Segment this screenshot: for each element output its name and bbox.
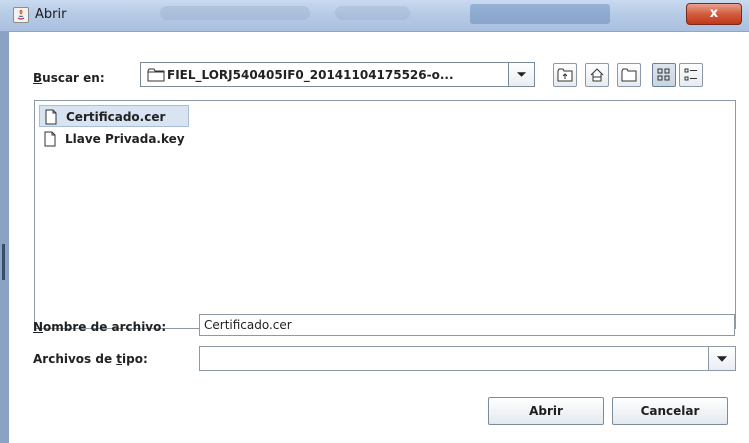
edge-mark [2, 244, 5, 280]
open-file-dialog: Buscar en: FIEL_LORJ540405IF0_2014110417… [9, 32, 749, 443]
look-in-dropdown-button[interactable] [509, 62, 535, 87]
file-name: Llave Privada.key [65, 132, 185, 146]
java-app-icon [13, 7, 29, 23]
background-blur [470, 4, 610, 24]
list-view-icon [657, 68, 670, 81]
folder-icon [147, 68, 165, 82]
close-button[interactable]: x [686, 3, 742, 25]
look-in-combo[interactable]: FIEL_LORJ540405IF0_20141104175526-o... [140, 62, 509, 87]
background-blur [160, 6, 310, 20]
file-type-label: Archivos de tipo: [33, 352, 148, 366]
look-in-path: FIEL_LORJ540405IF0_20141104175526-o... [167, 68, 454, 82]
file-icon [44, 131, 56, 147]
file-type-dropdown-button[interactable] [709, 346, 736, 371]
file-icon [45, 109, 57, 125]
file-name: Certificado.cer [66, 110, 166, 124]
details-view-icon [684, 68, 697, 81]
file-type-combo[interactable] [199, 346, 709, 371]
file-item-certificado[interactable]: Certificado.cer [39, 105, 189, 127]
file-name-label: Nombre de archivo: [33, 320, 167, 334]
list-view-button[interactable] [652, 63, 676, 87]
file-name-input[interactable] [199, 314, 735, 336]
window-title: Abrir [35, 7, 67, 22]
up-one-level-icon [557, 68, 573, 82]
chevron-down-icon [716, 356, 728, 362]
file-item-llave[interactable]: Llave Privada.key [39, 128, 209, 150]
title-bar[interactable]: Abrir x [0, 0, 749, 32]
look-in-label: Buscar en: [33, 71, 105, 85]
window-left-edge [0, 32, 9, 443]
chevron-down-icon [516, 72, 527, 77]
up-one-level-button[interactable] [553, 63, 577, 87]
cancel-button[interactable]: Cancelar [612, 397, 728, 425]
new-folder-button[interactable] [617, 63, 641, 87]
new-folder-icon [621, 68, 637, 82]
home-icon [590, 68, 604, 82]
background-blur [335, 6, 410, 20]
file-list[interactable]: Certificado.cer Llave Privada.key [34, 100, 736, 329]
details-view-button[interactable] [679, 63, 703, 87]
open-button[interactable]: Abrir [488, 397, 604, 425]
home-button[interactable] [585, 63, 609, 87]
